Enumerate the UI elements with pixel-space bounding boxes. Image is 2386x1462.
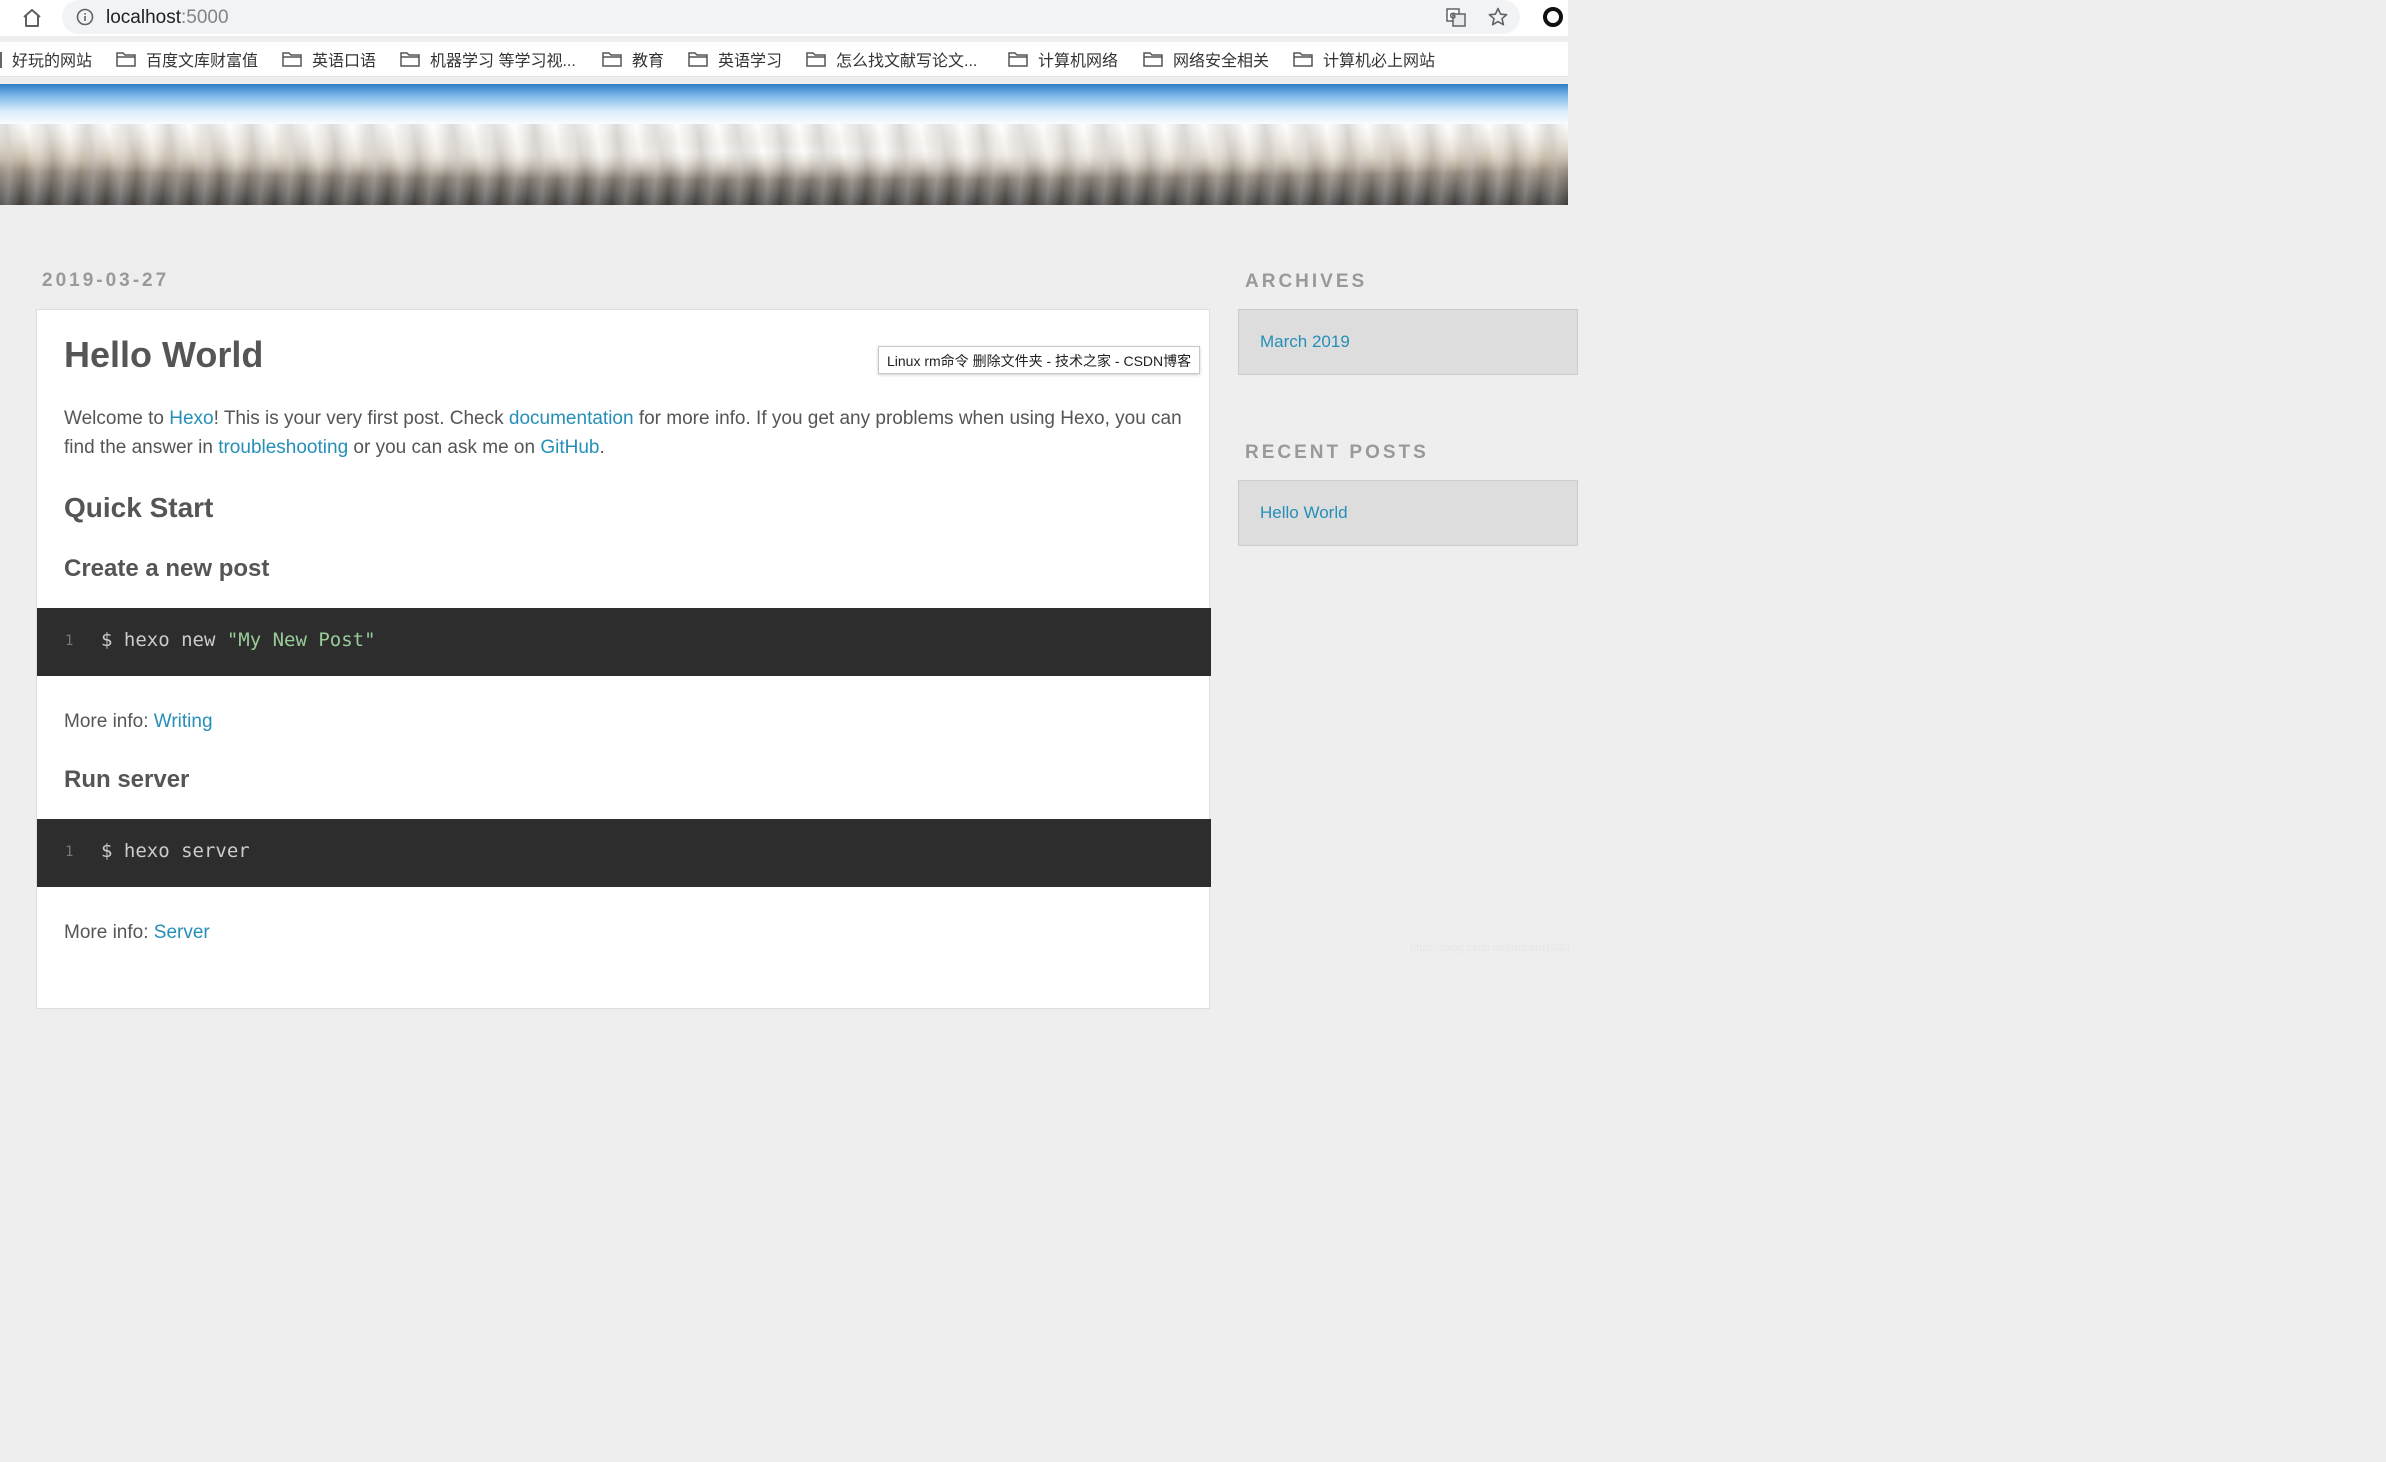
folder-icon <box>282 52 302 67</box>
folder-icon <box>1008 52 1028 67</box>
bookmark-folder[interactable]: 英语口语 <box>282 47 376 71</box>
bookmark-folder[interactable]: 网络安全相关 <box>1143 47 1269 71</box>
bookmark-label: 好玩的网站 <box>12 53 93 70</box>
bookmark-folder[interactable]: 怎么找文献写论文... <box>806 47 977 71</box>
intro-text: Welcome to <box>64 408 170 429</box>
folder-icon <box>1293 52 1313 67</box>
bookmark-label: 教育 <box>632 53 665 70</box>
create-post-heading: Create a new post <box>64 555 270 582</box>
code-command: $ hexo new <box>101 629 227 651</box>
recent-posts-widget: Hello World <box>1238 480 1578 546</box>
more-info-label: More info: <box>64 922 154 943</box>
code-string: "My New Post" <box>226 629 376 651</box>
post-intro: Welcome to Hexo! This is your very first… <box>64 404 1184 462</box>
bookmark-item[interactable]: 好玩的网站 <box>12 47 92 71</box>
archives-widget: March 2019 <box>1238 309 1578 375</box>
home-icon[interactable] <box>20 6 44 30</box>
bookmark-star-icon[interactable] <box>1487 6 1509 28</box>
link-tooltip: Linux rm命令 删除文件夹 - 技术之家 - CSDN博客 <box>878 346 1201 374</box>
code-block-new-post: 1 $ hexo new "My New Post" <box>37 608 1211 676</box>
archive-month-link[interactable]: March 2019 <box>1260 332 1350 352</box>
folder-icon <box>1143 52 1163 67</box>
watermark: https://blog.csdn.net/richard1230 <box>1410 942 1570 954</box>
folder-icon <box>806 52 826 67</box>
troubleshooting-link[interactable]: troubleshooting <box>218 437 348 458</box>
code-line: $ hexo new "My New Post" <box>101 629 376 651</box>
bookmark-label: 计算机网络 <box>1038 53 1119 70</box>
post-article: Hello World Welcome to Hexo! This is you… <box>36 309 1211 1009</box>
url-host: localhost <box>106 7 181 28</box>
recent-post-link[interactable]: Hello World <box>1260 503 1348 523</box>
bookmarks-bar: 好玩的网站 百度文库财富值 英语口语 机器学习 等学习视... 教育 英语学习 … <box>0 42 1568 77</box>
hexo-link[interactable]: Hexo <box>169 408 213 429</box>
browser-toolbar: localhost:5000 G <box>0 0 1568 36</box>
svg-text:G: G <box>1450 12 1457 21</box>
address-bar[interactable] <box>62 0 1520 34</box>
site-banner-image <box>0 84 1568 205</box>
folder-icon <box>116 52 136 67</box>
translate-icon[interactable]: G <box>1445 6 1467 28</box>
bookmark-folder[interactable]: 计算机必上网站 <box>1293 47 1435 71</box>
url-text[interactable]: localhost:5000 <box>106 7 229 29</box>
code-line-number: 1 <box>65 844 74 860</box>
more-info-server: More info: Server <box>64 922 210 944</box>
intro-text: . <box>599 437 605 458</box>
intro-text: or you can ask me on <box>348 437 541 458</box>
bookmark-folder[interactable]: 英语学习 <box>688 47 782 71</box>
bookmark-label: 机器学习 等学习视... <box>430 53 576 70</box>
run-server-heading: Run server <box>64 766 190 793</box>
site-info-icon[interactable] <box>76 8 94 26</box>
more-info-writing: More info: Writing <box>64 711 213 733</box>
recent-posts-heading: RECENT POSTS <box>1245 442 1429 463</box>
writing-link[interactable]: Writing <box>154 711 213 732</box>
more-info-label: More info: <box>64 711 154 732</box>
post-date[interactable]: 2019-03-27 <box>42 270 169 292</box>
bookmark-folder[interactable]: 机器学习 等学习视... <box>400 47 576 71</box>
bookmark-folder[interactable]: 计算机网络 <box>1008 47 1118 71</box>
bookmark-folder[interactable]: 教育 <box>602 47 664 71</box>
bookmark-label: 英语学习 <box>718 53 783 70</box>
quick-start-heading: Quick Start <box>64 492 214 523</box>
archives-heading: ARCHIVES <box>1245 271 1368 292</box>
url-port: :5000 <box>181 7 229 28</box>
bookmark-folder[interactable]: 百度文库财富值 <box>116 47 258 71</box>
documentation-link[interactable]: documentation <box>509 408 634 429</box>
server-link[interactable]: Server <box>154 922 210 943</box>
bookmark-label: 英语口语 <box>312 53 377 70</box>
banner-clouds <box>0 124 1568 205</box>
post-title[interactable]: Hello World <box>64 334 263 376</box>
bookmark-label: 网络安全相关 <box>1173 53 1270 70</box>
profile-icon[interactable] <box>1543 7 1563 27</box>
code-line-number: 1 <box>65 633 74 649</box>
bookmark-label: 怎么找文献写论文... <box>836 53 978 70</box>
code-line: $ hexo server <box>101 840 250 862</box>
bookmark-label: 计算机必上网站 <box>1323 53 1436 70</box>
bookmark-divider <box>0 52 2 68</box>
folder-icon <box>400 52 420 67</box>
github-link[interactable]: GitHub <box>540 437 599 458</box>
intro-text: ! This is your very first post. Check <box>213 408 509 429</box>
folder-icon <box>602 52 622 67</box>
code-block-server: 1 $ hexo server <box>37 819 1211 887</box>
bookmark-label: 百度文库财富值 <box>146 53 259 70</box>
folder-icon <box>688 52 708 67</box>
